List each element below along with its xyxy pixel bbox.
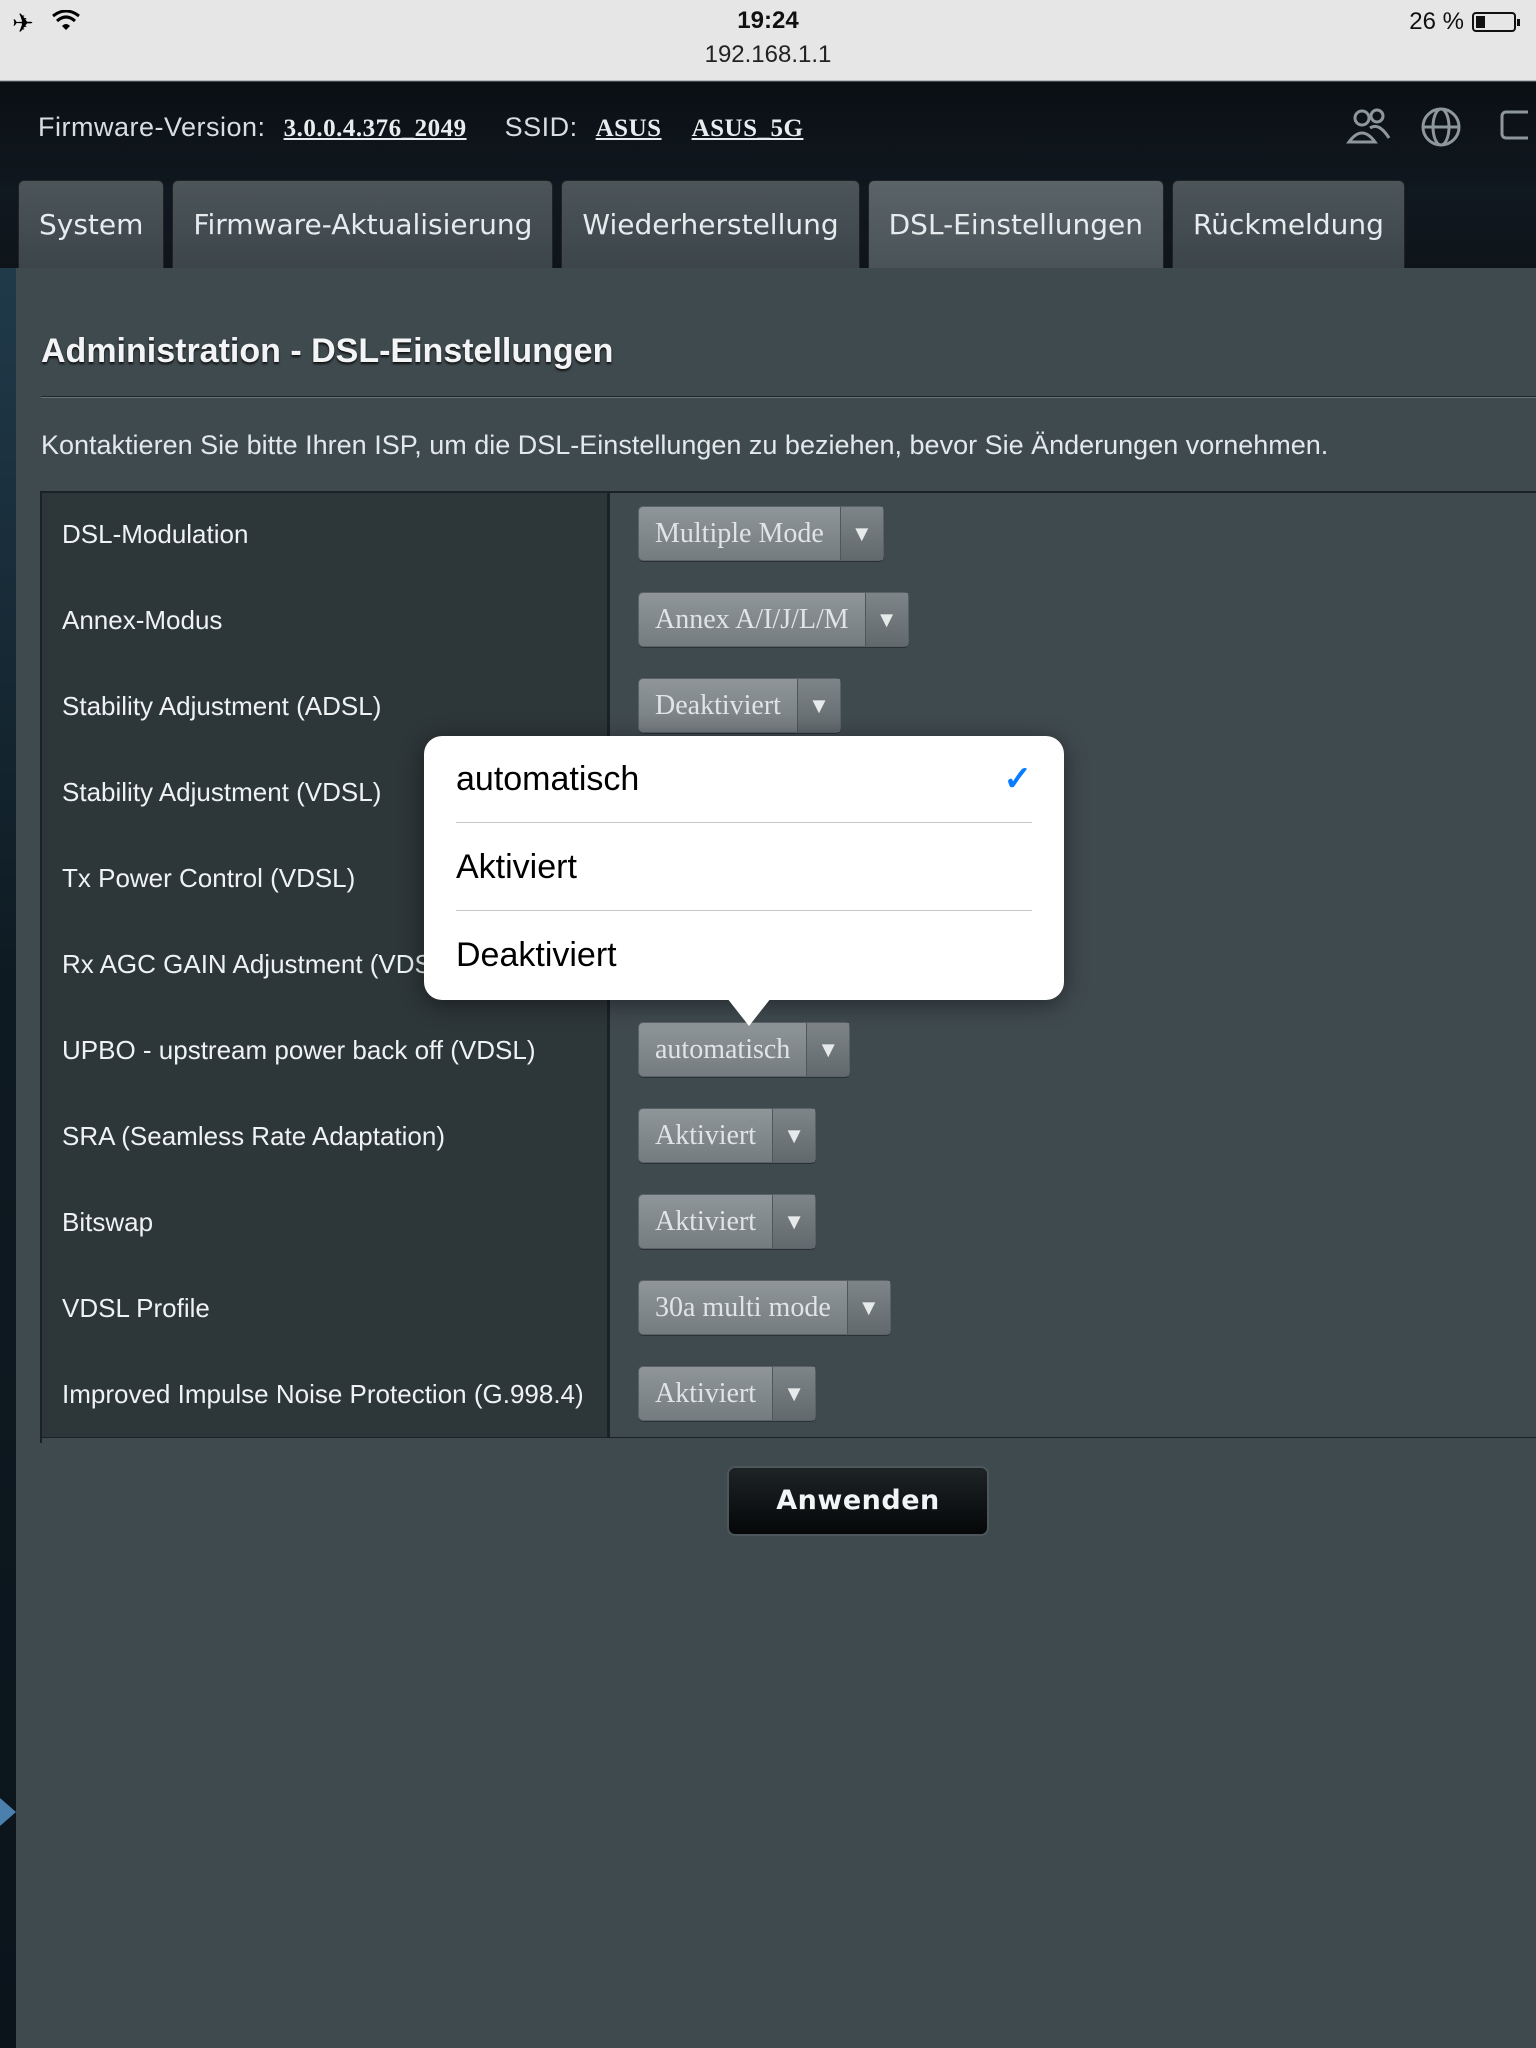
vdsl-profile-select[interactable]: 30a multi mode ▼ bbox=[638, 1280, 891, 1335]
popover-option-deaktiviert[interactable]: Deaktiviert bbox=[456, 912, 1032, 999]
left-sidebar-strip bbox=[0, 268, 16, 2048]
setting-row: Annex-Modus Annex A/I/J/L/M ▼ bbox=[40, 577, 1536, 664]
dropdown-arrow-icon: ▼ bbox=[796, 679, 840, 732]
setting-label: Bitswap bbox=[40, 1179, 610, 1265]
firmware-label: Firmware-Version: bbox=[38, 112, 266, 142]
tab-dsl-settings[interactable]: DSL-Einstellungen bbox=[867, 180, 1164, 268]
option-label: Deaktiviert bbox=[456, 936, 617, 974]
page-description: Kontaktieren Sie bitte Ihren ISP, um die… bbox=[41, 430, 1329, 460]
status-right: 26 % bbox=[1409, 8, 1520, 36]
firmware-version-link[interactable]: 3.0.0.4.376_2049 bbox=[284, 115, 467, 142]
setting-label: Annex-Modus bbox=[40, 577, 610, 663]
select-value: Aktiviert bbox=[655, 1205, 757, 1237]
upbo-select[interactable]: automatisch ▼ bbox=[638, 1022, 851, 1077]
select-popover: automatisch ✓ Aktiviert Deaktiviert bbox=[424, 736, 1064, 1000]
dsl-modulation-select[interactable]: Multiple Mode ▼ bbox=[638, 506, 884, 561]
setting-label: DSL-Modulation bbox=[40, 491, 610, 577]
title-divider bbox=[41, 396, 1536, 398]
sra-select[interactable]: Aktiviert ▼ bbox=[638, 1108, 817, 1163]
tab-restore[interactable]: Wiederherstellung bbox=[561, 180, 860, 268]
popover-pointer bbox=[727, 998, 771, 1026]
ssid-link-asus-5g[interactable]: ASUS_5G bbox=[692, 115, 804, 142]
address-url[interactable]: 192.168.1.1 bbox=[0, 41, 1536, 69]
popover-option-aktiviert[interactable]: Aktiviert bbox=[456, 824, 1032, 911]
dropdown-arrow-icon: ▼ bbox=[839, 507, 883, 560]
tab-system[interactable]: System bbox=[18, 180, 165, 268]
monitor-icon[interactable] bbox=[1490, 104, 1536, 150]
select-value: 30a multi mode bbox=[655, 1291, 831, 1323]
tab-feedback[interactable]: Rückmeldung bbox=[1171, 180, 1405, 268]
option-label: Aktiviert bbox=[456, 848, 577, 886]
dropdown-arrow-icon: ▼ bbox=[846, 1281, 890, 1334]
battery-icon bbox=[1472, 12, 1520, 32]
firmware-ssid-info: Firmware-Version: 3.0.0.4.376_2049 SSID:… bbox=[38, 112, 833, 143]
users-icon[interactable] bbox=[1346, 104, 1392, 150]
sidebar-expand-icon[interactable] bbox=[0, 1798, 16, 1826]
setting-row: DSL-Modulation Multiple Mode ▼ bbox=[40, 491, 1536, 578]
ios-status-bar: ✈ 19:24 192.168.1.1 26 % bbox=[0, 0, 1536, 81]
setting-row: Bitswap Aktiviert ▼ bbox=[40, 1179, 1536, 1266]
stability-adsl-select[interactable]: Deaktiviert ▼ bbox=[638, 678, 841, 733]
setting-label: UPBO - upstream power back off (VDSL) bbox=[40, 1007, 610, 1093]
setting-row: UPBO - upstream power back off (VDSL) au… bbox=[40, 1007, 1536, 1094]
dropdown-arrow-icon: ▼ bbox=[772, 1195, 816, 1248]
select-value: Deaktiviert bbox=[655, 689, 781, 721]
page-title: Administration - DSL-Einstellungen bbox=[41, 332, 614, 370]
setting-label: VDSL Profile bbox=[40, 1265, 610, 1351]
select-value: Aktiviert bbox=[655, 1377, 757, 1409]
tab-firmware-update[interactable]: Firmware-Aktualisierung bbox=[172, 180, 554, 268]
ssid-link-asus[interactable]: ASUS bbox=[596, 115, 662, 142]
select-value: automatisch bbox=[655, 1033, 791, 1065]
setting-row: VDSL Profile 30a multi mode ▼ bbox=[40, 1265, 1536, 1352]
setting-label: SRA (Seamless Rate Adaptation) bbox=[40, 1093, 610, 1179]
select-value: Annex A/I/J/L/M bbox=[655, 603, 849, 635]
dropdown-arrow-icon: ▼ bbox=[772, 1367, 816, 1420]
popover-option-automatisch[interactable]: automatisch ✓ bbox=[456, 736, 1032, 823]
dropdown-arrow-icon: ▼ bbox=[864, 593, 908, 646]
select-value: Multiple Mode bbox=[655, 517, 824, 549]
globe-icon[interactable] bbox=[1418, 104, 1464, 150]
setting-label: Improved Impulse Noise Protection (G.998… bbox=[40, 1351, 610, 1437]
ssid-label: SSID: bbox=[504, 112, 578, 142]
apply-button[interactable]: Anwenden bbox=[727, 1466, 989, 1536]
battery-percent: 26 % bbox=[1409, 8, 1464, 35]
select-value: Aktiviert bbox=[655, 1119, 757, 1151]
setting-row: Improved Impulse Noise Protection (G.998… bbox=[40, 1351, 1536, 1438]
checkmark-icon: ✓ bbox=[1003, 760, 1033, 798]
dropdown-arrow-icon: ▼ bbox=[806, 1023, 850, 1076]
bitswap-select[interactable]: Aktiviert ▼ bbox=[638, 1194, 817, 1249]
annex-mode-select[interactable]: Annex A/I/J/L/M ▼ bbox=[638, 592, 909, 647]
status-time: 19:24 bbox=[737, 7, 799, 34]
dropdown-arrow-icon: ▼ bbox=[772, 1109, 816, 1162]
admin-tabs: System Firmware-Aktualisierung Wiederher… bbox=[18, 180, 1405, 268]
header-icons bbox=[1346, 104, 1536, 150]
setting-row: SRA (Seamless Rate Adaptation) Aktiviert… bbox=[40, 1093, 1536, 1180]
inp-protection-select[interactable]: Aktiviert ▼ bbox=[638, 1366, 817, 1421]
option-label: automatisch bbox=[456, 760, 640, 798]
